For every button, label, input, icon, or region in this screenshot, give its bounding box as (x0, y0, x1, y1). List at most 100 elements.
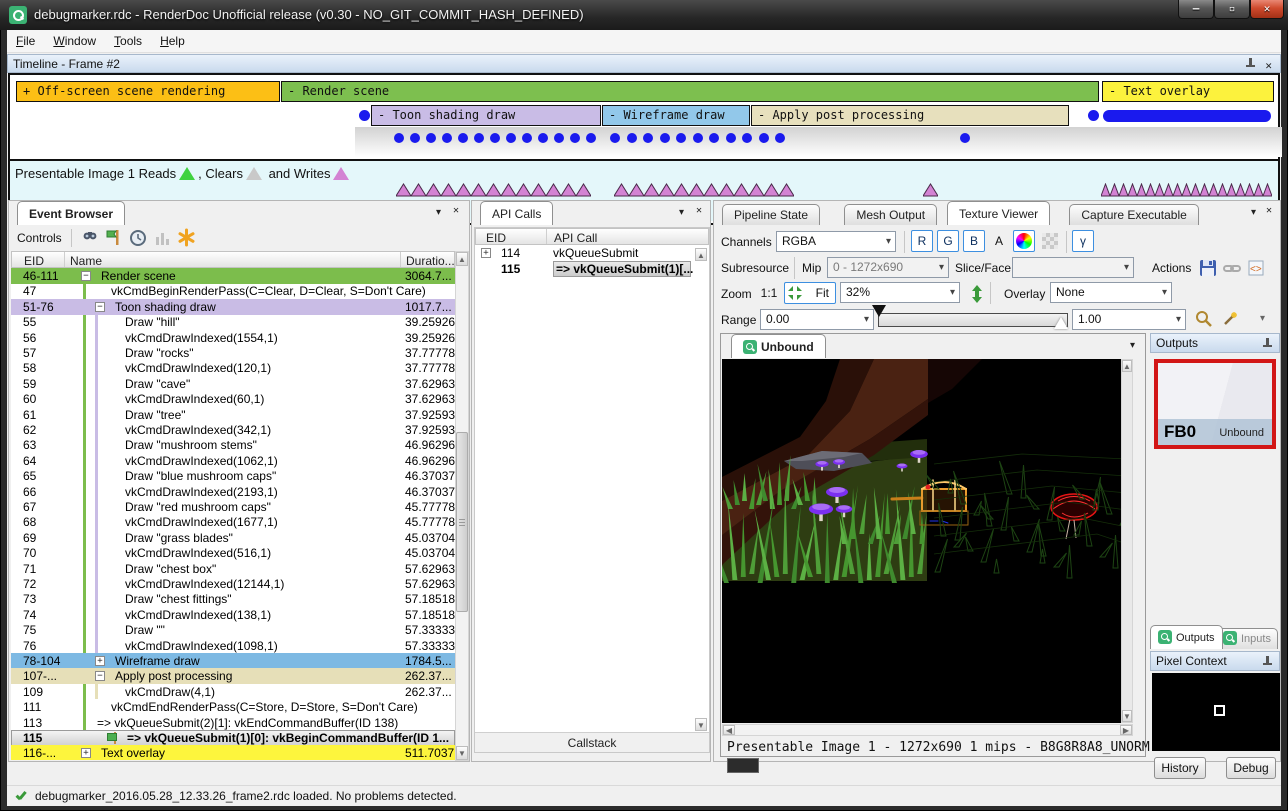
event-row-72[interactable]: 72vkCmdDrawIndexed(12144,1)57.62963 (11, 576, 455, 592)
scroll-down-icon[interactable]: ▼ (456, 746, 468, 760)
expand-icon[interactable]: + (81, 748, 91, 758)
range-min-field[interactable]: 0.00 (760, 309, 874, 330)
tab-dropdown-icon[interactable]: ▾ (679, 207, 684, 218)
maximize-button[interactable]: ▫ (1214, 0, 1250, 19)
timeline-bar-wireframe-draw[interactable]: - Wireframe draw (602, 105, 750, 126)
view-code-button[interactable]: <> (1244, 256, 1266, 278)
zoom-fit-button[interactable]: Fit (784, 282, 836, 304)
tab-close-icon[interactable]: ✕ (453, 205, 459, 216)
filter-asterisk-icon[interactable] (177, 228, 196, 247)
scrollbar-thumb[interactable] (456, 432, 468, 612)
scroll-up-icon[interactable]: ▲ (456, 252, 468, 266)
tab-dropdown-icon[interactable]: ▾ (436, 207, 441, 218)
column-name[interactable]: Name (70, 254, 102, 268)
texture-tab-dropdown-icon[interactable]: ▾ (1130, 340, 1135, 351)
collapse-icon[interactable]: − (95, 302, 105, 312)
timeline-bar-toon-shading-draw[interactable]: - Toon shading draw (371, 105, 601, 126)
event-row-60[interactable]: 60vkCmdDrawIndexed(60,1)37.62963 (11, 391, 455, 407)
event-row-51-76[interactable]: 51-76−Toon shading draw1017.7... (11, 299, 455, 315)
range-slider[interactable] (878, 313, 1068, 327)
api-call-row-114[interactable]: +114vkQueueSubmit (475, 245, 709, 261)
debug-button[interactable]: Debug (1226, 757, 1276, 779)
range-wand-button[interactable] (1218, 307, 1240, 329)
channels-combo[interactable]: RGBA (776, 231, 896, 252)
pin-icon[interactable] (1262, 656, 1273, 668)
range-white-marker[interactable] (1054, 317, 1068, 329)
tab-close-icon[interactable]: ✕ (1266, 205, 1272, 216)
event-row-107-...[interactable]: 107-...−Apply post processing262.37... (11, 668, 455, 684)
menu-tools[interactable]: Tools (105, 30, 151, 52)
texture-hscrollbar[interactable]: ◀ ▶ (722, 724, 1133, 736)
event-row-57[interactable]: 57Draw "rocks"37.77778 (11, 345, 455, 361)
scroll-down-icon[interactable]: ▼ (695, 718, 707, 731)
column-eid[interactable]: EID (24, 254, 44, 268)
event-row-58[interactable]: 58vkCmdDrawIndexed(120,1)37.77778 (11, 360, 455, 376)
event-browser-scrollbar[interactable]: ▲ ▼ (455, 251, 469, 761)
texture-vscrollbar[interactable]: ▲ ▼ (1121, 359, 1133, 723)
pin-icon[interactable] (1262, 338, 1273, 350)
column-duration[interactable]: Duratio... (406, 254, 455, 268)
tab-outputs[interactable]: Outputs (1150, 625, 1223, 649)
event-row-47[interactable]: 47vkCmdBeginRenderPass(C=Clear, D=Clear,… (11, 283, 455, 299)
range-black-marker[interactable] (872, 305, 886, 317)
event-row-67[interactable]: 67Draw "red mushroom caps"45.77778 (11, 499, 455, 515)
channel-green-button[interactable]: G (937, 230, 959, 252)
event-row-116-...[interactable]: 116-...+Text overlay511.7037 (11, 745, 455, 760)
save-texture-button[interactable] (1196, 256, 1218, 278)
close-button[interactable]: ✕ (1250, 0, 1284, 19)
tab-texture-viewer[interactable]: Texture Viewer (947, 201, 1050, 225)
api-call-row-115[interactable]: 115=> vkQueueSubmit(1)[... (475, 261, 709, 277)
tab-capture-executable[interactable]: Capture Executable (1069, 204, 1198, 225)
pin-icon[interactable] (1245, 58, 1256, 70)
event-row-63[interactable]: 63Draw "mushroom stems"46.96296 (11, 437, 455, 453)
timeline-bar-apply-post-processing[interactable]: - Apply post processing (751, 105, 1069, 126)
open-link-button[interactable] (1220, 256, 1242, 278)
tab-unbound-texture[interactable]: Unbound (731, 334, 826, 358)
tab-close-icon[interactable]: ✕ (696, 205, 702, 216)
event-row-111[interactable]: 111vkCmdEndRenderPass(C=Store, D=Store, … (11, 699, 455, 715)
channel-blue-button[interactable]: B (963, 230, 985, 252)
tab-inputs[interactable]: Inputs (1216, 628, 1278, 649)
flip-y-button[interactable] (966, 282, 988, 304)
tab-dropdown-icon[interactable]: ▾ (1251, 207, 1256, 218)
tab-event-browser[interactable]: Event Browser (17, 201, 125, 225)
event-row-76[interactable]: 76vkCmdDrawIndexed(1098,1)57.33333 (11, 638, 455, 654)
event-row-61[interactable]: 61Draw "tree"37.92593 (11, 407, 455, 423)
event-row-113[interactable]: 113=> vkQueueSubmit(2)[1]: vkEndCommandB… (11, 715, 455, 731)
tab-api-calls[interactable]: API Calls (480, 201, 553, 225)
event-row-59[interactable]: 59Draw "cave"37.62963 (11, 376, 455, 392)
menu-window[interactable]: Window (44, 30, 105, 52)
find-icon[interactable] (81, 229, 99, 247)
event-row-64[interactable]: 64vkCmdDrawIndexed(1062,1)46.96296 (11, 453, 455, 469)
scroll-up-icon[interactable]: ▲ (695, 248, 707, 261)
event-row-73[interactable]: 73Draw "chest fittings"57.18518 (11, 591, 455, 607)
channel-red-button[interactable]: R (911, 230, 933, 252)
event-row-75[interactable]: 75Draw ""57.33333 (11, 622, 455, 638)
event-row-55[interactable]: 55Draw "hill"39.25926 (11, 314, 455, 330)
event-row-70[interactable]: 70vkCmdDrawIndexed(516,1)45.03704 (11, 545, 455, 561)
column-eid[interactable]: EID (486, 231, 506, 245)
event-row-68[interactable]: 68vkCmdDrawIndexed(1677,1)45.77778 (11, 514, 455, 530)
tab-pipeline-state[interactable]: Pipeline State (722, 204, 820, 225)
event-row-69[interactable]: 69Draw "grass blades"45.03704 (11, 530, 455, 546)
column-api-call[interactable]: API Call (554, 231, 597, 245)
collapse-icon[interactable]: − (81, 271, 91, 281)
event-row-62[interactable]: 62vkCmdDrawIndexed(342,1)37.92593 (11, 422, 455, 438)
timeline-bar-off-screen-scene-rendering[interactable]: + Off-screen scene rendering (16, 81, 280, 102)
minimize-button[interactable]: – (1178, 0, 1214, 19)
event-row-78-104[interactable]: 78-104+Wireframe draw1784.5... (11, 653, 455, 669)
timeline-bar-text-overlay[interactable]: - Text overlay (1102, 81, 1274, 102)
event-row-74[interactable]: 74vkCmdDrawIndexed(138,1)57.18518 (11, 607, 455, 623)
event-row-46-111[interactable]: 46-111−Render scene3064.7... (11, 268, 455, 284)
gamma-button[interactable]: γ (1072, 230, 1094, 252)
bookmark-flag-icon[interactable] (105, 228, 123, 247)
slice-face-combo[interactable] (1012, 257, 1134, 278)
collapse-icon[interactable]: − (95, 671, 105, 681)
event-row-115[interactable]: 115=> vkQueueSubmit(1)[0]: vkBeginComman… (11, 730, 455, 746)
event-row-109[interactable]: 109vkCmdDraw(4,1)262.37... (11, 684, 455, 700)
zoom-1to1-button[interactable]: 1:1 (756, 282, 782, 304)
toolbar-overflow-icon[interactable]: ▾ (1260, 313, 1265, 324)
menu-file[interactable]: File (7, 30, 44, 52)
expand-icon[interactable]: + (481, 248, 491, 258)
pixel-context-view[interactable] (1152, 673, 1280, 751)
